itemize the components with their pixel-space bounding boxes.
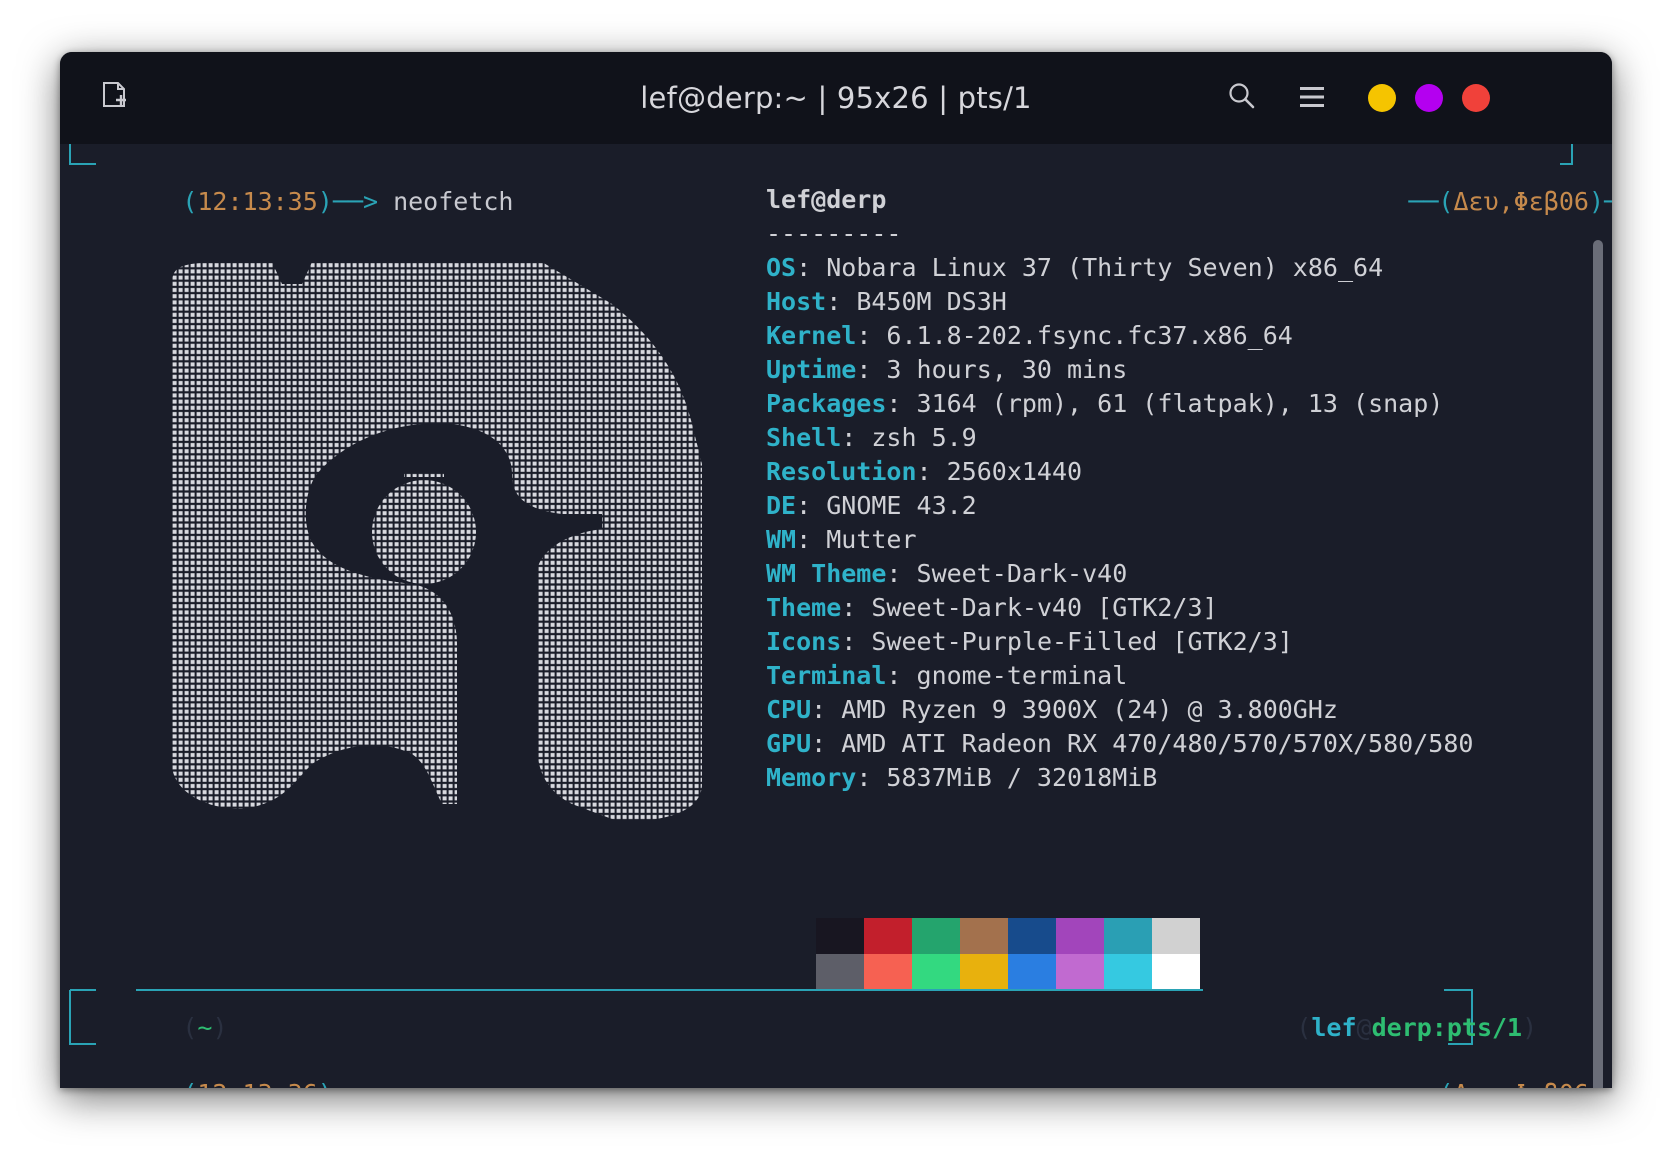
info-label: DE [766, 491, 797, 520]
palette-swatch [912, 918, 960, 954]
close-button[interactable] [1462, 84, 1490, 112]
info-value: Sweet-Purple-Filled [GTK2/3] [871, 627, 1293, 656]
prompt-user-host: (lef@derp:pts/1) [1296, 1013, 1538, 1042]
info-value: B450M DS3H [856, 287, 1007, 316]
info-row-packages: Packages: 3164 (rpm), 61 (flatpak), 13 (… [766, 389, 1444, 418]
prompt-line-1: (12:13:35)──> neofetch [182, 187, 514, 216]
search-icon[interactable] [1228, 82, 1256, 114]
palette-swatch [960, 918, 1008, 954]
info-value: zsh 5.9 [871, 423, 977, 452]
info-row-resolution: Resolution: 2560x1440 [766, 457, 1083, 486]
info-label: WM [766, 525, 797, 554]
info-label: Terminal [766, 661, 887, 690]
prompt-corner-decoration-right [1560, 144, 1573, 165]
info-value: Mutter [826, 525, 917, 554]
minimize-button[interactable] [1368, 84, 1396, 112]
info-label: Memory [766, 763, 857, 792]
info-label: CPU [766, 695, 812, 724]
info-label: OS [766, 253, 797, 282]
palette-swatch [816, 918, 864, 954]
info-row-kernel: Kernel: 6.1.8-202.fsync.fc37.x86_64 [766, 321, 1293, 350]
terminal-content[interactable]: (12:13:35)──> neofetch ──(Δευ,Φεβ06)─ le… [60, 144, 1612, 1088]
info-label: Packages [766, 389, 887, 418]
info-value: Sweet-Dark-v40 [GTK2/3] [871, 593, 1218, 622]
info-value: Sweet-Dark-v40 [916, 559, 1128, 588]
prompt-command: neofetch [393, 187, 514, 216]
hamburger-menu-icon[interactable] [1298, 84, 1326, 114]
info-row-memory: Memory: 5837MiB / 32018MiB [766, 763, 1158, 792]
info-label: Theme [766, 593, 842, 622]
info-label: Resolution [766, 457, 917, 486]
info-label: Host [766, 287, 827, 316]
info-row-cpu: CPU: AMD Ryzen 9 3900X (24) @ 3.800GHz [766, 695, 1338, 724]
info-value: 3 hours, 30 mins [886, 355, 1128, 384]
maximize-button[interactable] [1415, 84, 1443, 112]
info-label: Shell [766, 423, 842, 452]
separator: --------- [766, 219, 902, 248]
info-row-theme: Theme: Sweet-Dark-v40 [GTK2/3] [766, 593, 1218, 622]
info-value: AMD ATI Radeon RX 470/480/570/570X/580/5… [841, 729, 1474, 758]
info-label: Kernel [766, 321, 857, 350]
info-row-de: DE: GNOME 43.2 [766, 491, 977, 520]
prompt-time: 12:13:35 [197, 187, 318, 216]
palette-swatch [1008, 918, 1056, 954]
prompt-date-2: ──(Δευ,Φεβ06)─ [1318, 1040, 1612, 1088]
title-bar: lef@derp:~ | 95x26 | pts/1 [60, 52, 1612, 144]
info-value: 3164 (rpm), 61 (flatpak), 13 (snap) [916, 389, 1444, 418]
palette-swatch [1104, 918, 1152, 954]
info-row-gpu: GPU: AMD ATI Radeon RX 470/480/570/570X/… [766, 729, 1474, 758]
nobara-ascii-logo [142, 244, 742, 824]
info-row-wm: WM: Mutter [766, 525, 917, 554]
info-row-shell: Shell: zsh 5.9 [766, 423, 977, 452]
terminal-window: lef@derp:~ | 95x26 | pts/1 (12:13:35)──>… [60, 52, 1612, 1088]
prompt-line-2: (12:13:36)──> [92, 1040, 378, 1088]
info-row-uptime: Uptime: 3 hours, 30 mins [766, 355, 1128, 384]
info-value: gnome-terminal [916, 661, 1128, 690]
info-row-terminal: Terminal: gnome-terminal [766, 661, 1128, 690]
info-label: WM Theme [766, 559, 887, 588]
scrollbar[interactable] [1593, 240, 1603, 1088]
info-row-wm-theme: WM Theme: Sweet-Dark-v40 [766, 559, 1128, 588]
palette-swatch [1152, 918, 1200, 954]
info-value: 2560x1440 [946, 457, 1083, 486]
info-value: Nobara Linux 37 (Thirty Seven) x86_64 [826, 253, 1384, 282]
info-row-icons: Icons: Sweet-Purple-Filled [GTK2/3] [766, 627, 1293, 656]
info-label: GPU [766, 729, 812, 758]
user-host: lef@derp [766, 185, 887, 214]
info-label: Uptime [766, 355, 857, 384]
info-value: 5837MiB / 32018MiB [886, 763, 1158, 792]
palette-swatch [1056, 918, 1104, 954]
prompt-dir: (~) [182, 1013, 228, 1042]
info-label: Icons [766, 627, 842, 656]
info-value: GNOME 43.2 [826, 491, 977, 520]
info-row-os: OS: Nobara Linux 37 (Thirty Seven) x86_6… [766, 253, 1384, 282]
info-value: 6.1.8-202.fsync.fc37.x86_64 [886, 321, 1293, 350]
info-row-host: Host: B450M DS3H [766, 287, 1007, 316]
info-value: AMD Ryzen 9 3900X (24) @ 3.800GHz [841, 695, 1338, 724]
palette-swatch [864, 918, 912, 954]
